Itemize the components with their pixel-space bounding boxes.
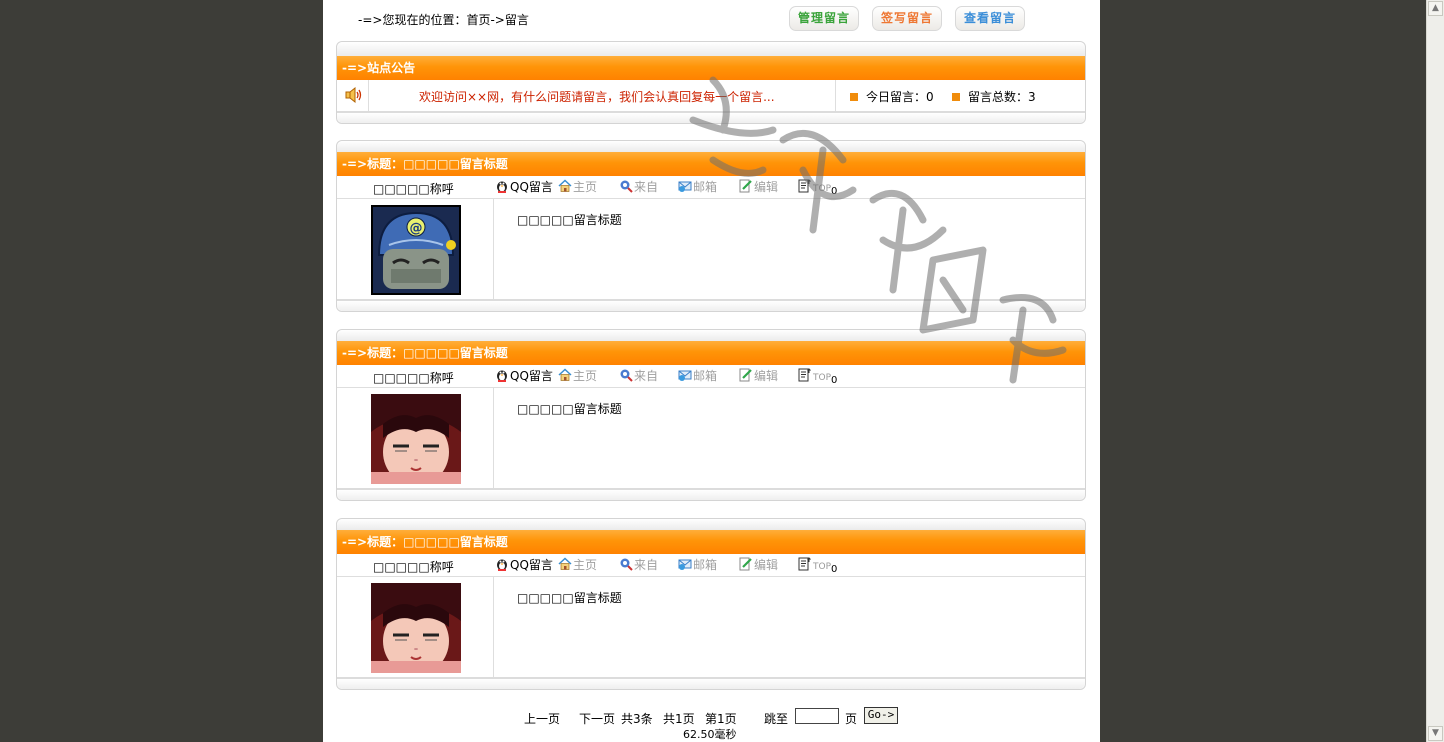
current-page: 第1页	[705, 712, 737, 726]
home-icon	[558, 368, 572, 381]
anime-face-avatar	[371, 583, 461, 673]
message-title-bar: -=>标题：□□□□□留言标题	[337, 341, 1085, 365]
speaker-icon	[345, 86, 362, 104]
edit-icon	[739, 179, 752, 193]
message-body: □□□□□留言标题	[337, 577, 1085, 677]
message-title-bar: -=>标题：□□□□□留言标题	[337, 530, 1085, 554]
message-content: □□□□□留言标题	[517, 402, 622, 416]
location-icon	[620, 558, 633, 571]
home-icon	[558, 179, 572, 192]
square-bullet-icon	[952, 93, 960, 101]
scroll-up-icon[interactable]: ▲	[1428, 1, 1443, 16]
email-link[interactable]: 邮箱	[678, 179, 717, 195]
next-page-link[interactable]: 下一页	[579, 710, 615, 727]
go-button[interactable]: Go->	[864, 707, 898, 724]
edit-link[interactable]: 编辑	[739, 368, 778, 384]
qq-message-link[interactable]: QQ留言	[495, 179, 553, 195]
edit-icon	[739, 557, 752, 571]
helmet-avatar: @	[371, 205, 461, 295]
notice-panel: -=>站点公告 欢迎访问××网，有什么问题请留言，我们会认真回复每一个留言...…	[336, 41, 1086, 124]
guestbook-page: -=>您现在的位置：首页->留言 管理留言 签写留言 查看留言 -=>站点公告 …	[323, 0, 1100, 742]
view-messages-button[interactable]: 查看留言	[955, 6, 1025, 31]
anime-face-avatar	[371, 394, 461, 484]
vertical-scrollbar[interactable]: ▲ ▼	[1426, 0, 1444, 742]
email-icon	[678, 559, 692, 570]
message-body: □□□□□留言标题	[337, 388, 1085, 488]
email-icon	[678, 370, 692, 381]
penguin-icon	[497, 370, 507, 382]
penguin-icon	[497, 181, 507, 193]
manage-messages-button[interactable]: 管理留言	[789, 6, 859, 31]
from-info-link[interactable]: 来自	[619, 368, 658, 384]
total-items: 共3条	[621, 712, 653, 726]
message-info-row: □□□□□称呼 QQ留言 主页 来自 邮箱 编辑 TOP0	[337, 554, 1085, 577]
email-icon	[678, 181, 692, 192]
total-count: 留言总数：3	[952, 88, 1036, 105]
poster-name: □□□□□称呼	[373, 560, 454, 574]
top-link[interactable]: TOP0	[798, 368, 837, 386]
top-link[interactable]: TOP0	[798, 557, 837, 575]
svg-text:@: @	[410, 221, 423, 236]
square-bullet-icon	[850, 93, 858, 101]
message-body: @ □□□□□留言标题	[337, 199, 1085, 299]
message-info-row: □□□□□称呼 QQ留言 主页 来自 邮箱 编辑 TOP0	[337, 176, 1085, 199]
document-icon	[798, 368, 811, 382]
message-panel: -=>标题：□□□□□留言标题 □□□□□称呼 QQ留言 主页 来自 邮箱 编辑…	[336, 329, 1086, 501]
scroll-down-icon[interactable]: ▼	[1428, 726, 1443, 741]
homepage-link[interactable]: 主页	[558, 179, 597, 195]
from-info-link[interactable]: 来自	[619, 557, 658, 573]
breadcrumb: -=>您现在的位置：首页->留言	[358, 13, 529, 27]
prev-page-link[interactable]: 上一页	[524, 710, 560, 727]
poster-name: □□□□□称呼	[373, 182, 454, 196]
message-content: □□□□□留言标题	[517, 591, 622, 605]
notice-stats: 今日留言：0 留言总数：3	[835, 80, 1085, 111]
jump-label: 跳至	[764, 712, 789, 726]
notice-row: 欢迎访问××网，有什么问题请留言，我们会认真回复每一个留言... 今日留言：0 …	[337, 80, 1085, 111]
message-info-row: □□□□□称呼 QQ留言 主页 来自 邮箱 编辑 TOP0	[337, 365, 1085, 388]
edit-icon	[739, 368, 752, 382]
qq-message-link[interactable]: QQ留言	[495, 368, 553, 384]
jump-page-input[interactable]	[795, 708, 839, 724]
today-count: 今日留言：0	[850, 88, 934, 105]
home-icon	[558, 557, 572, 570]
homepage-link[interactable]: 主页	[558, 368, 597, 384]
document-icon	[798, 179, 811, 193]
from-info-link[interactable]: 来自	[619, 179, 658, 195]
message-panel: -=>标题：□□□□□留言标题 □□□□□称呼 QQ留言 主页 来自 邮箱 编辑…	[336, 140, 1086, 312]
notice-title-bar: -=>站点公告	[337, 56, 1085, 80]
page-load-time: 62.50毫秒	[683, 728, 737, 741]
email-link[interactable]: 邮箱	[678, 368, 717, 384]
homepage-link[interactable]: 主页	[558, 557, 597, 573]
message-panel: -=>标题：□□□□□留言标题 □□□□□称呼 QQ留言 主页 来自 邮箱 编辑…	[336, 518, 1086, 690]
document-icon	[798, 557, 811, 571]
page-unit-label: 页	[845, 712, 858, 726]
message-title-bar: -=>标题：□□□□□留言标题	[337, 152, 1085, 176]
edit-link[interactable]: 编辑	[739, 179, 778, 195]
qq-message-link[interactable]: QQ留言	[495, 557, 553, 573]
message-content: □□□□□留言标题	[517, 213, 622, 227]
total-pages: 共1页	[663, 712, 695, 726]
location-icon	[620, 180, 633, 193]
edit-link[interactable]: 编辑	[739, 557, 778, 573]
write-message-button[interactable]: 签写留言	[872, 6, 942, 31]
notice-text: 欢迎访问××网，有什么问题请留言，我们会认真回复每一个留言...	[419, 90, 775, 104]
poster-name: □□□□□称呼	[373, 371, 454, 385]
penguin-icon	[497, 559, 507, 571]
location-icon	[620, 369, 633, 382]
top-link[interactable]: TOP0	[798, 179, 837, 197]
email-link[interactable]: 邮箱	[678, 557, 717, 573]
